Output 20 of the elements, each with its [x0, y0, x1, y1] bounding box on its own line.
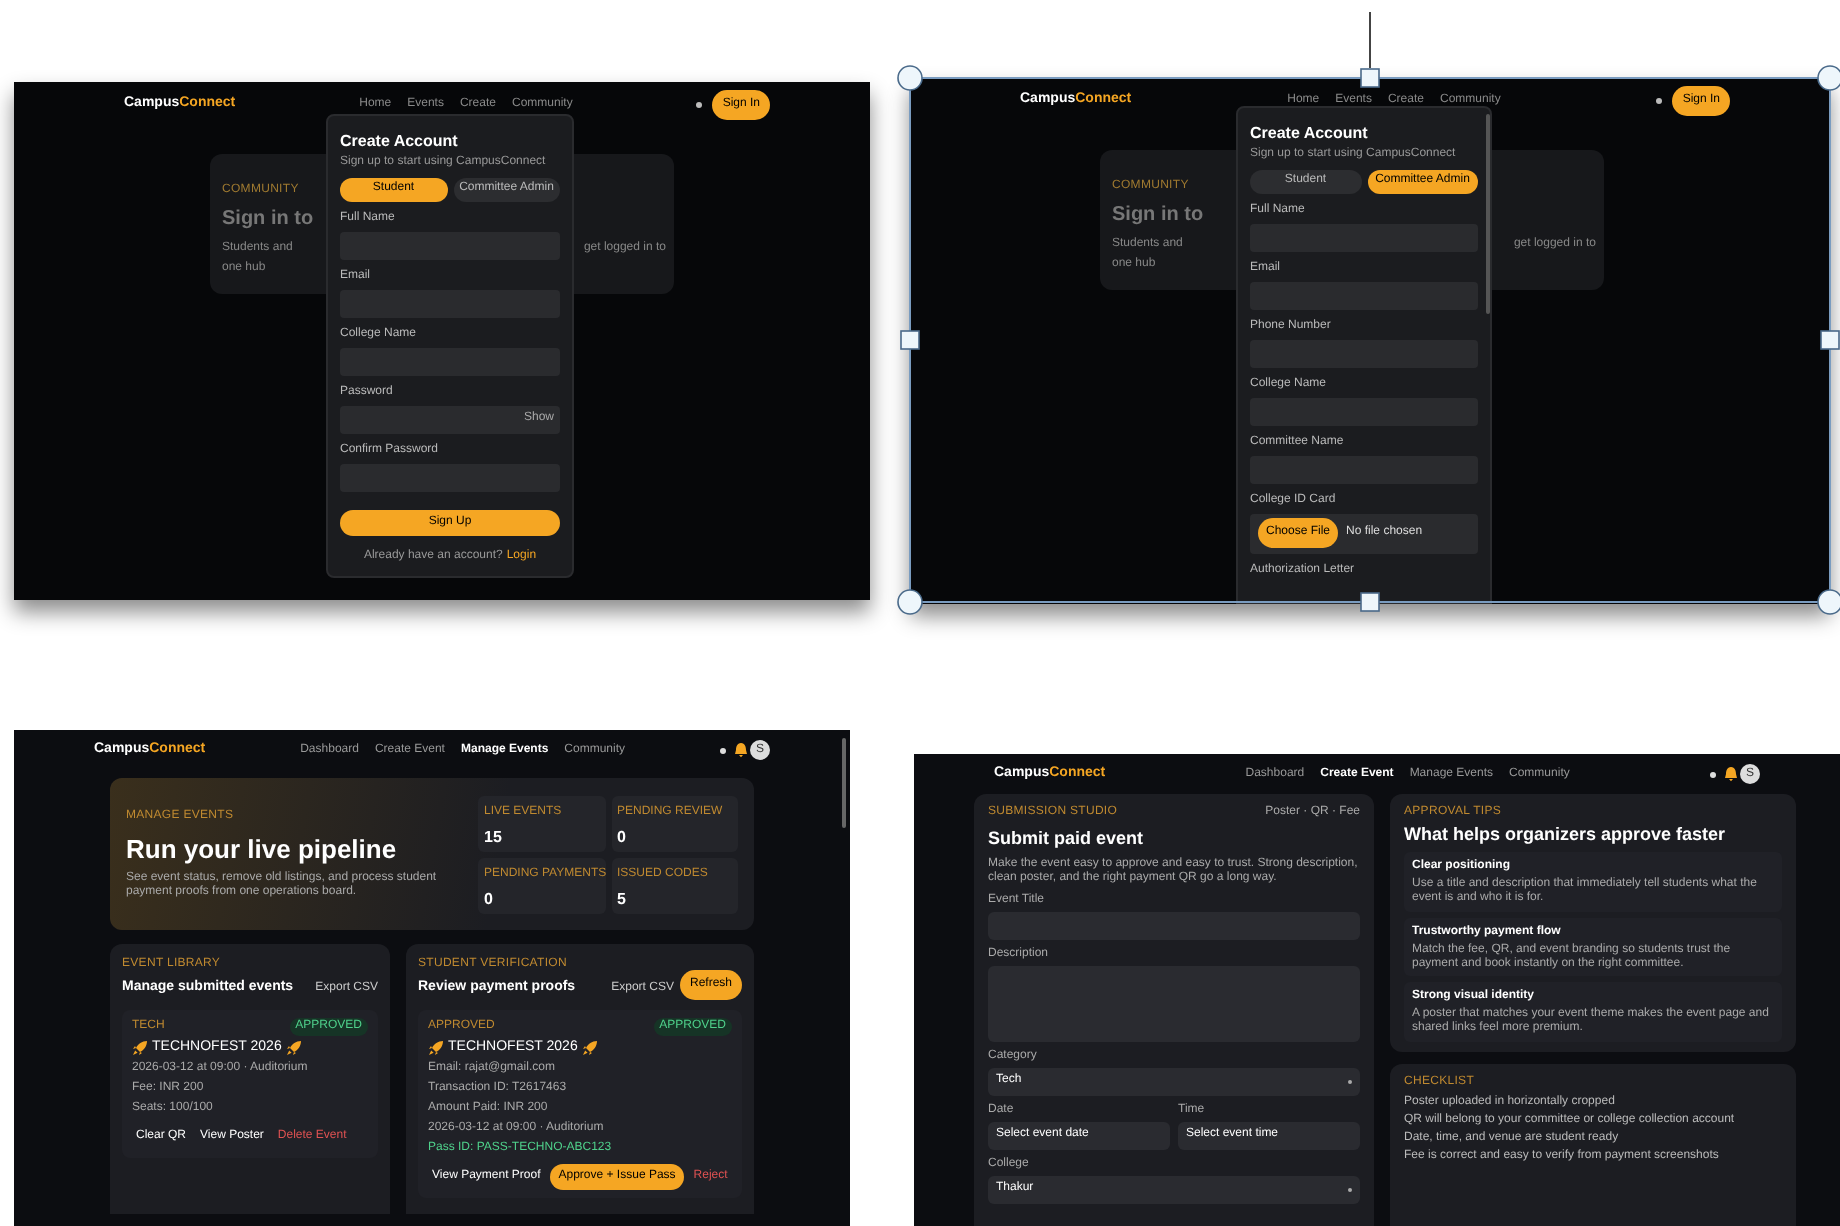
bell-icon[interactable]	[734, 742, 748, 758]
tips-title: What helps organizers approve faster	[1404, 826, 1728, 846]
stat-value: 5	[617, 887, 626, 911]
stat-value: 15	[484, 825, 502, 849]
modal-title: Create Account	[1250, 122, 1370, 146]
stat-value: 0	[484, 887, 493, 911]
scrollbar[interactable]	[842, 738, 846, 828]
scrollbar[interactable]	[1486, 114, 1490, 314]
bell-icon[interactable]	[1724, 766, 1738, 782]
rocket-icon	[132, 1039, 148, 1056]
hero-title: Run your live pipeline	[126, 831, 399, 868]
page-title: Sign in to	[222, 206, 314, 234]
page-title: Sign in to	[1112, 202, 1204, 230]
rocket-icon	[428, 1039, 444, 1056]
rocket-icon	[285, 1039, 302, 1056]
rocket-icon	[581, 1039, 598, 1056]
modal-title: Create Account	[340, 130, 460, 154]
stat-value: 0	[617, 825, 626, 849]
form-title: Submit paid event	[988, 826, 1144, 852]
selection-frame[interactable]	[894, 8, 1840, 620]
